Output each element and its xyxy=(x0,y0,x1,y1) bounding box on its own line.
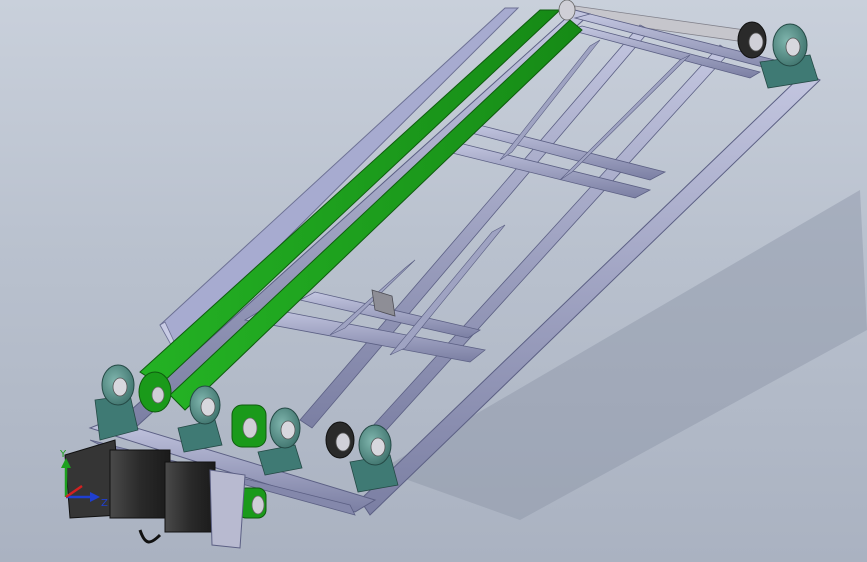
triad-y-label: Y xyxy=(59,449,67,460)
pulley-hub-mid xyxy=(242,417,258,439)
back-roller-end xyxy=(558,0,576,21)
timing-pulley-back xyxy=(737,21,767,59)
triad-z-label: Z xyxy=(101,498,108,509)
bearing-block-4 xyxy=(349,424,399,493)
strut-1 xyxy=(329,259,416,336)
conveyor-model[interactable]: Y Z xyxy=(0,0,867,562)
timing-pulley-front xyxy=(325,421,355,459)
cad-viewport[interactable]: Y Z xyxy=(0,0,867,562)
drive-pulley-hub xyxy=(251,495,265,515)
bearing-block-back xyxy=(759,23,819,89)
strut-2 xyxy=(389,224,506,356)
bearing-block-1 xyxy=(94,364,139,441)
pulley-hub-left xyxy=(151,386,165,404)
